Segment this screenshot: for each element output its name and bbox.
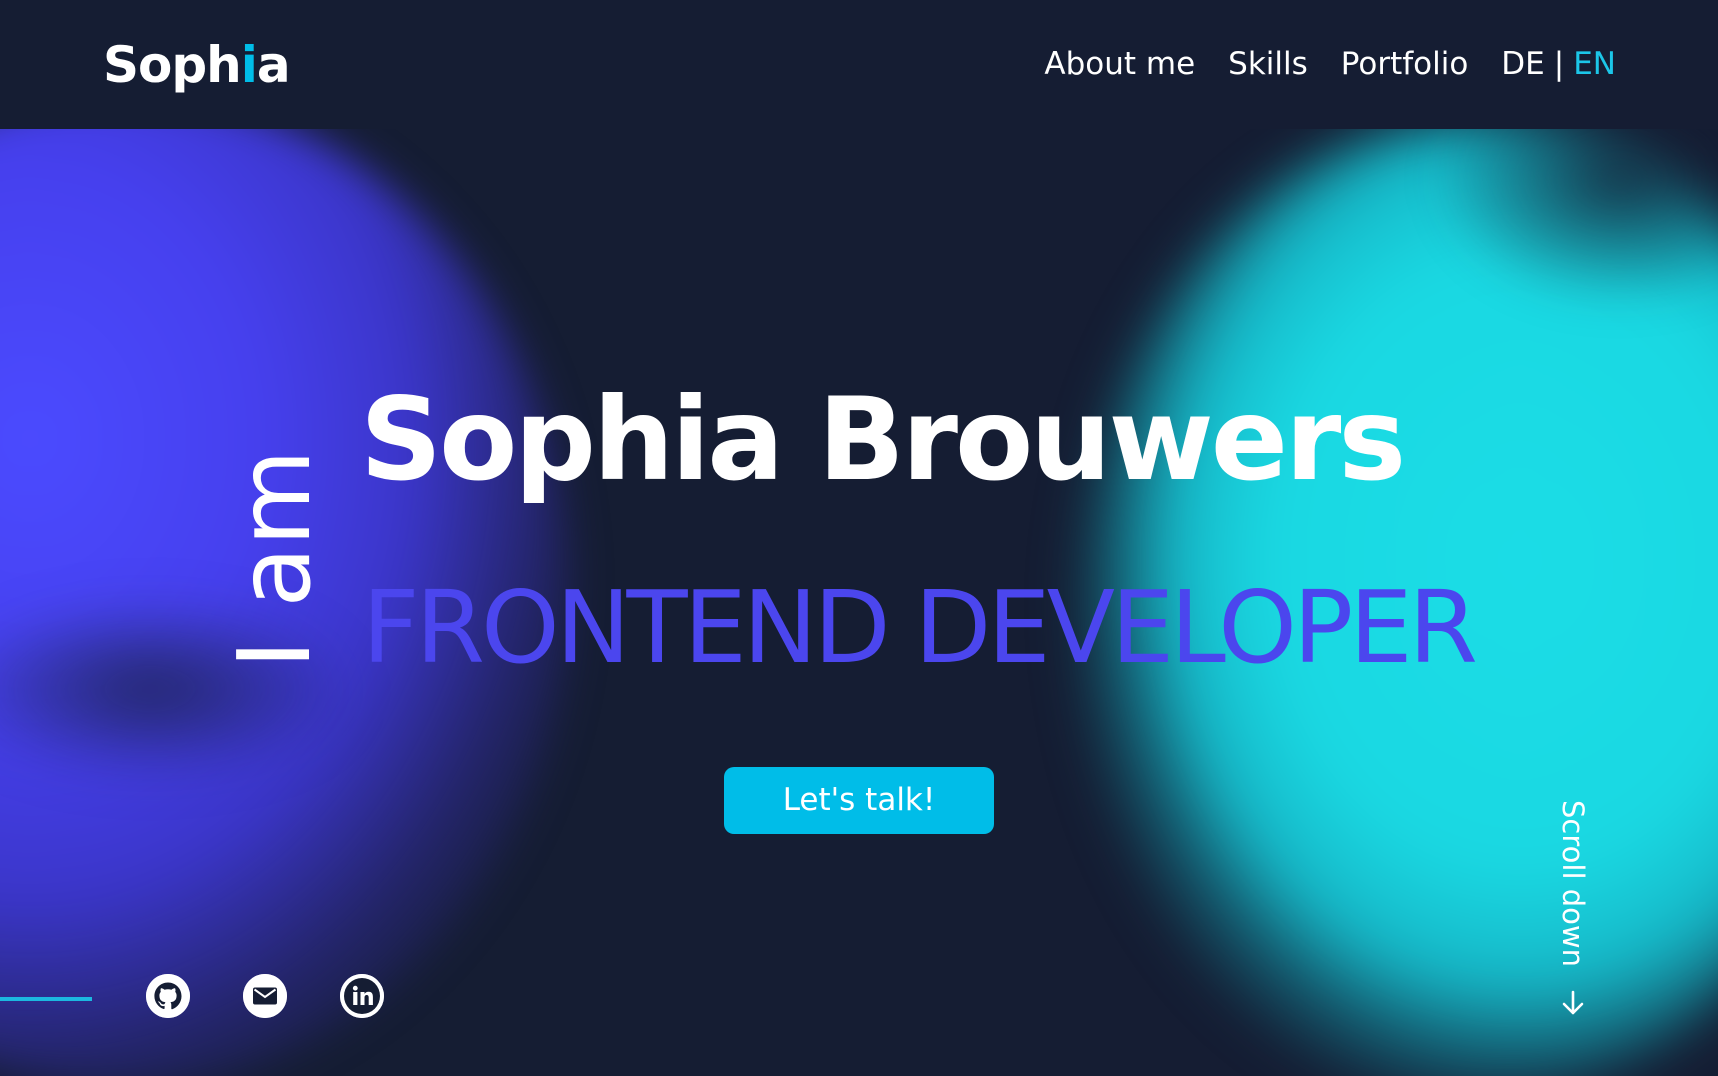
lang-en-link[interactable]: EN: [1573, 44, 1616, 84]
lets-talk-button[interactable]: Let's talk!: [724, 767, 994, 834]
social-divider-line: [0, 997, 92, 1001]
language-switcher: DE | EN: [1501, 44, 1616, 84]
nav-link-skills[interactable]: Skills: [1228, 44, 1308, 84]
intro-text: I am: [216, 449, 333, 669]
logo[interactable]: Sophia: [103, 30, 291, 100]
github-link[interactable]: [146, 974, 190, 1018]
linkedin-icon: [340, 974, 384, 1018]
hero-role: FRONTEND DEVELOPER: [362, 569, 1478, 686]
email-link[interactable]: [243, 974, 287, 1018]
hero-name: Sophia Brouwers: [360, 373, 1406, 506]
logo-text-main: Soph: [103, 36, 242, 94]
page: Sophia About me Skills Portfolio DE | EN…: [0, 0, 1718, 1076]
lang-de-link[interactable]: DE: [1501, 44, 1544, 84]
main-nav: About me Skills Portfolio DE | EN: [1044, 44, 1616, 84]
lang-separator: |: [1553, 46, 1565, 82]
email-icon: [243, 974, 287, 1018]
scroll-down-indicator[interactable]: Scroll down: [1556, 800, 1590, 1020]
linkedin-link[interactable]: [340, 974, 384, 1018]
logo-text-accent: i: [240, 36, 258, 94]
nav-link-portfolio[interactable]: Portfolio: [1341, 44, 1469, 84]
scroll-down-label: Scroll down: [1556, 800, 1590, 967]
arrow-down-icon: [1562, 990, 1584, 1015]
nav-link-about[interactable]: About me: [1044, 44, 1195, 84]
site-header: Sophia About me Skills Portfolio DE | EN: [0, 0, 1718, 129]
github-icon: [146, 974, 190, 1018]
logo-text-end: a: [256, 36, 291, 94]
